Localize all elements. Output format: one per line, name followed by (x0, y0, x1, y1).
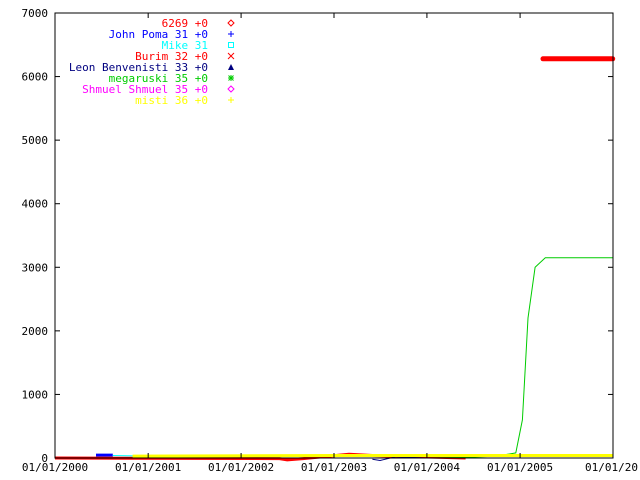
y-tick-label: 4000 (22, 198, 49, 211)
x-tick-label: 01/01/2003 (301, 461, 367, 474)
y-tick-label: 7000 (22, 7, 49, 20)
x-tick-label: 01/01/2004 (394, 461, 461, 474)
legend-label: misti 36 +0 (135, 94, 208, 107)
y-tick-label: 1000 (22, 388, 49, 401)
x-tick-label: 01/01/2000 (22, 461, 88, 474)
y-tick-label: 6000 (22, 71, 49, 84)
x-tick-label: 01/01/20 (585, 461, 638, 474)
y-tick-label: 2000 (22, 325, 49, 338)
y-tick-label: 5000 (22, 134, 49, 147)
series-line-misti (132, 454, 613, 458)
line-chart: 01000200030004000500060007000 01/01/2000… (0, 0, 640, 480)
x-tick-label: 01/01/2002 (208, 461, 274, 474)
x-tick-label: 01/01/2005 (487, 461, 553, 474)
x-tick-label: 01/01/2001 (115, 461, 181, 474)
legend-marker-asterisk (228, 75, 234, 81)
y-tick-label: 3000 (22, 261, 49, 274)
